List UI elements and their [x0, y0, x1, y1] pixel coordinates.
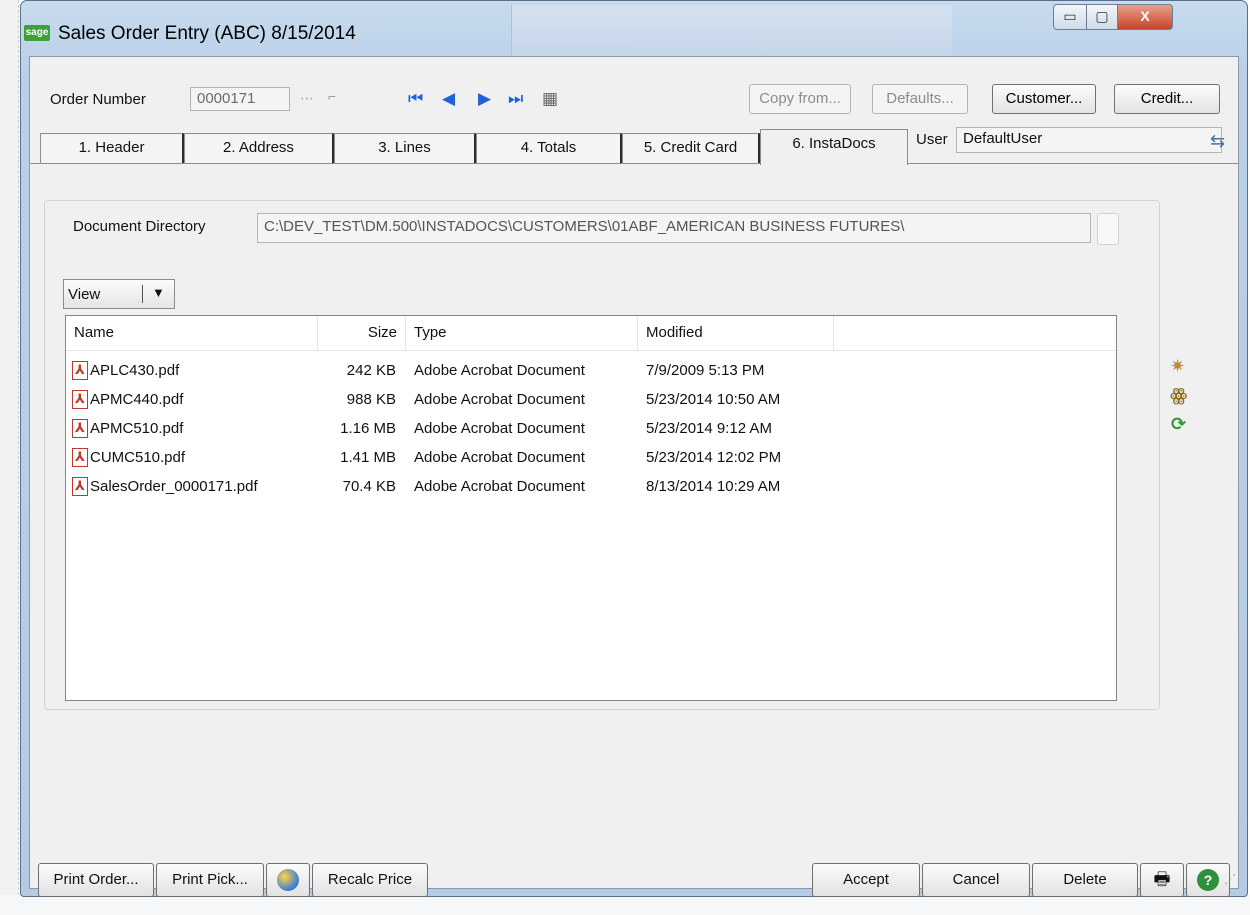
order-number-field[interactable]: 0000171: [190, 87, 290, 111]
maximize-button[interactable]: ▢: [1086, 4, 1118, 30]
customer-button[interactable]: Customer...: [992, 84, 1096, 114]
help-icon: ?: [1197, 869, 1219, 891]
file-modified: 5/23/2014 9:12 AM: [646, 420, 772, 437]
column-header-size[interactable]: Size: [318, 316, 406, 350]
previous-record-icon[interactable]: ◀: [442, 89, 455, 109]
sales-order-window: sage Sales Order Entry (ABC) 8/15/2014 ▭…: [20, 0, 1248, 897]
view-dropdown-button[interactable]: View ▼: [63, 279, 175, 309]
instadocs-panel: Document Directory C:\DEV_TEST\DM.500\IN…: [30, 163, 1238, 848]
table-row[interactable]: ⅄ SalesOrder_0000171.pdf 70.4 KB Adobe A…: [66, 472, 1116, 501]
file-size: 242 KB: [346, 362, 396, 379]
background-bottom: [0, 895, 1250, 915]
table-row[interactable]: ⅄ CUMC510.pdf 1.41 MB Adobe Acrobat Docu…: [66, 443, 1116, 472]
minimize-button[interactable]: ▭: [1053, 4, 1087, 30]
browse-directory-button[interactable]: [1097, 213, 1119, 245]
delete-button[interactable]: Delete: [1032, 863, 1138, 897]
tab-header[interactable]: 1. Header: [40, 133, 184, 163]
pdf-icon: ⅄: [72, 361, 88, 380]
tab-lines[interactable]: 3. Lines: [334, 133, 476, 163]
printer-icon: 🖶: [1153, 869, 1171, 889]
window-title: Sales Order Entry (ABC) 8/15/2014: [58, 23, 356, 44]
pdf-icon: ⅄: [72, 477, 88, 496]
tab-instadocs[interactable]: 6. InstaDocs: [760, 129, 908, 165]
resize-grip-icon[interactable]: ⋰: [1224, 872, 1236, 886]
magic-wand-icon[interactable]: ✷: [1170, 356, 1185, 377]
file-type: Adobe Acrobat Document: [414, 362, 585, 379]
view-label: View: [68, 286, 101, 303]
chevron-down-icon: ▼: [152, 285, 165, 300]
credit-button[interactable]: Credit...: [1114, 84, 1220, 114]
new-order-icon[interactable]: ⌐: [328, 88, 336, 104]
table-row[interactable]: ⅄ APMC510.pdf 1.16 MB Adobe Acrobat Docu…: [66, 414, 1116, 443]
file-type: Adobe Acrobat Document: [414, 391, 585, 408]
lookup-icon[interactable]: ⋯: [300, 90, 314, 107]
file-type: Adobe Acrobat Document: [414, 449, 585, 466]
pdf-icon: ⅄: [72, 448, 88, 467]
file-type: Adobe Acrobat Document: [414, 478, 585, 495]
file-size: 70.4 KB: [342, 478, 396, 495]
column-header-type[interactable]: Type: [406, 316, 638, 350]
binoculars-icon[interactable]: ꙮ: [1170, 385, 1187, 406]
column-header-modified[interactable]: Modified: [638, 316, 834, 350]
workflow-button[interactable]: [266, 863, 310, 897]
pdf-icon: ⅄: [72, 419, 88, 438]
windows-orb-icon: [277, 869, 299, 891]
first-record-icon[interactable]: ⏮: [408, 89, 423, 109]
print-order-button[interactable]: Print Order...: [38, 863, 154, 897]
file-size: 1.41 MB: [340, 449, 396, 466]
file-modified: 5/23/2014 10:50 AM: [646, 391, 781, 408]
document-directory-field[interactable]: C:\DEV_TEST\DM.500\INSTADOCS\CUSTOMERS\0…: [257, 213, 1091, 243]
document-list[interactable]: Name Size Type Modified ⅄ APLC430.pdf 24…: [65, 315, 1117, 701]
last-record-icon[interactable]: ⏭: [508, 89, 523, 109]
file-name: CUMC510.pdf: [90, 449, 186, 466]
sage-app-icon: sage: [24, 25, 50, 41]
table-row[interactable]: ⅄ APLC430.pdf 242 KB Adobe Acrobat Docum…: [66, 356, 1116, 385]
file-modified: 8/13/2014 10:29 AM: [646, 478, 781, 495]
calendar-icon[interactable]: ▦: [542, 89, 558, 109]
column-header-name[interactable]: Name: [66, 316, 318, 350]
print-button[interactable]: 🖶: [1140, 863, 1184, 897]
file-size: 1.16 MB: [340, 420, 396, 437]
file-name: APLC430.pdf: [90, 362, 180, 379]
file-modified: 7/9/2009 5:13 PM: [646, 362, 765, 379]
next-record-icon[interactable]: ▶: [478, 89, 491, 109]
close-button[interactable]: X: [1117, 4, 1173, 30]
user-field[interactable]: DefaultUser: [956, 127, 1222, 153]
accept-button[interactable]: Accept: [812, 863, 920, 897]
user-lookup-icon[interactable]: ⇆: [1210, 131, 1225, 152]
file-modified: 5/23/2014 12:02 PM: [646, 449, 782, 466]
tab-totals[interactable]: 4. Totals: [476, 133, 622, 163]
file-name: SalesOrder_0000171.pdf: [90, 478, 258, 495]
order-number-label: Order Number: [50, 91, 146, 108]
table-row[interactable]: ⅄ APMC440.pdf 988 KB Adobe Acrobat Docum…: [66, 385, 1116, 414]
instadocs-group: Document Directory C:\DEV_TEST\DM.500\IN…: [44, 200, 1160, 710]
document-directory-label: Document Directory: [73, 218, 206, 235]
user-label: User: [916, 131, 948, 148]
file-type: Adobe Acrobat Document: [414, 420, 585, 437]
defaults-button[interactable]: Defaults...: [872, 84, 968, 114]
background-strip: [0, 0, 19, 915]
file-name: APMC440.pdf: [90, 391, 184, 408]
cancel-button[interactable]: Cancel: [922, 863, 1030, 897]
refresh-icon[interactable]: ⟳: [1171, 414, 1186, 435]
window-client-area: Order Number 0000171 ⋯ ⌐ ⏮ ◀ ▶ ⏭ ▦ Copy …: [29, 56, 1239, 897]
file-size: 988 KB: [346, 391, 396, 408]
file-name: APMC510.pdf: [90, 420, 184, 437]
recalc-price-button[interactable]: Recalc Price: [312, 863, 428, 897]
tab-address[interactable]: 2. Address: [184, 133, 334, 163]
pdf-icon: ⅄: [72, 390, 88, 409]
document-list-header: Name Size Type Modified: [66, 316, 1116, 351]
view-separator: [142, 285, 143, 303]
copy-from-button[interactable]: Copy from...: [749, 84, 851, 114]
print-pick-button[interactable]: Print Pick...: [156, 863, 264, 897]
tab-credit-card[interactable]: 5. Credit Card: [622, 133, 760, 163]
